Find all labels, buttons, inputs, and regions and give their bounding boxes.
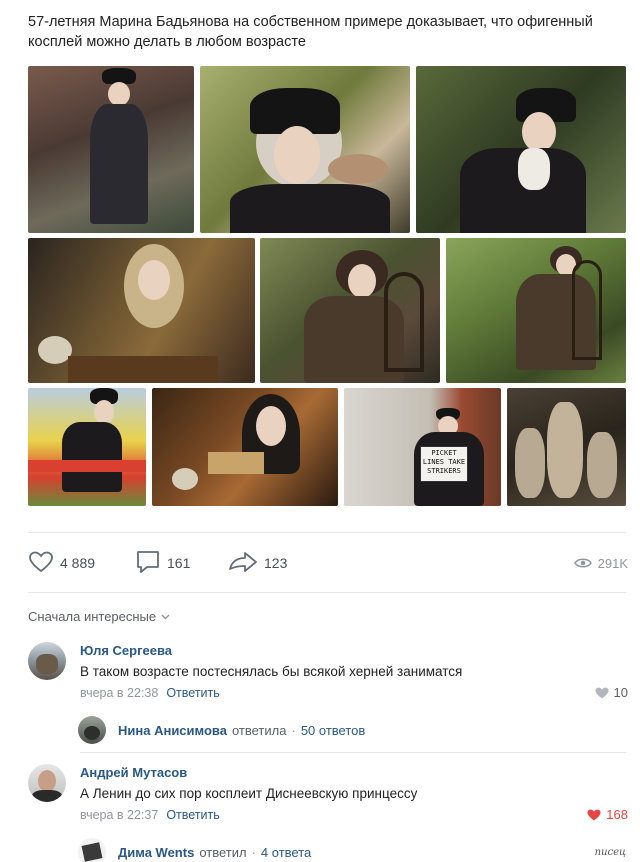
post-photo-5[interactable]	[260, 238, 440, 383]
photo-rat	[328, 154, 388, 184]
comment-time[interactable]: вчера в 22:37	[80, 808, 158, 822]
thread-author: Нина Анисимова	[118, 722, 227, 738]
reply-button[interactable]: Ответить	[166, 808, 219, 822]
comment-like-count: 168	[606, 807, 628, 822]
sort-label: Сначала интересные	[28, 609, 157, 624]
comment-like-button[interactable]: 10	[595, 685, 628, 700]
photo-figure-left	[515, 428, 545, 498]
photo-figure	[230, 184, 390, 233]
likes-count: 4 889	[60, 555, 96, 571]
photo-skull	[172, 468, 198, 490]
avatar	[78, 838, 106, 862]
views-count: 291K	[597, 555, 628, 571]
post-photo-8[interactable]	[152, 388, 338, 506]
shares-count: 123	[264, 555, 288, 571]
comment-text: А Ленин до сих пор косплеит Диснеевскую …	[80, 786, 418, 801]
photo-skull	[38, 336, 72, 364]
comment-author[interactable]: Юля Сергеева	[80, 643, 172, 658]
comment: Андрей Мутасов А Ленин до сих пор коспле…	[28, 762, 628, 862]
comment-icon	[135, 550, 161, 577]
photo-figure-right	[587, 432, 617, 498]
comment-button[interactable]: 161	[135, 550, 190, 576]
watermark: писец	[594, 847, 626, 858]
photo-face	[138, 260, 170, 300]
avatar[interactable]	[28, 764, 66, 802]
thread-reply-count: 50 ответов	[300, 722, 366, 738]
divider	[28, 592, 626, 593]
post-photo-9[interactable]: PICKET LINES TAKE STRIKERS	[344, 388, 501, 506]
photo-lace	[518, 148, 550, 190]
photo-chair	[572, 260, 602, 360]
photo-figure	[62, 422, 122, 492]
eye-icon	[573, 557, 592, 569]
like-button[interactable]: 4 889	[28, 550, 95, 576]
divider	[80, 752, 626, 753]
comment-like-button[interactable]: 168	[587, 807, 628, 822]
views-counter: 291K	[573, 550, 628, 576]
reply-thread-link[interactable]: Нина Анисимова ответила · 50 ответов	[78, 716, 365, 744]
photo-table	[68, 356, 218, 383]
comments-sort-dropdown[interactable]: Сначала интересные	[28, 609, 170, 624]
photo-face	[522, 112, 556, 152]
photo-face	[94, 400, 114, 424]
thread-verb: ответила	[231, 722, 287, 738]
share-button[interactable]: 123	[228, 550, 287, 576]
photo-fence	[28, 460, 146, 472]
thread-verb: ответил	[199, 844, 247, 860]
share-icon	[228, 551, 258, 576]
reply-thread-link[interactable]: Дима Wents ответил · 4 ответа	[78, 838, 311, 862]
avatar[interactable]	[28, 642, 66, 680]
reply-button[interactable]: Ответить	[166, 686, 219, 700]
comments-count: 161	[167, 555, 191, 571]
comment-time[interactable]: вчера в 22:38	[80, 686, 158, 700]
photo-face	[348, 264, 376, 298]
comment-author[interactable]: Андрей Мутасов	[80, 765, 187, 780]
post-photo-1[interactable]	[28, 66, 194, 233]
post-photo-2[interactable]	[200, 66, 410, 233]
post-photo-10[interactable]	[507, 388, 626, 506]
comment-meta: вчера в 22:38 Ответить	[80, 686, 220, 700]
divider	[28, 532, 626, 533]
photo-picket-sign: PICKET LINES TAKE STRIKERS	[420, 446, 468, 482]
heart-icon	[595, 687, 609, 699]
comment-meta: вчера в 22:37 Ответить	[80, 808, 220, 822]
photo-face	[108, 82, 130, 106]
post-photo-4[interactable]	[28, 238, 255, 383]
comment-like-count: 10	[613, 685, 628, 700]
photo-figure	[90, 104, 148, 224]
photo-face	[256, 406, 286, 446]
chevron-down-icon	[161, 614, 170, 620]
photo-figure-center	[547, 402, 583, 498]
post-photo-6[interactable]	[446, 238, 626, 383]
heart-icon	[587, 809, 601, 821]
post-text: 57-летняя Марина Бадьянова на собственно…	[28, 14, 593, 50]
thread-separator: ·	[251, 844, 256, 860]
photo-face	[274, 126, 320, 184]
avatar	[78, 716, 106, 744]
thread-author: Дима Wents	[118, 844, 195, 860]
post-actions-bar: 4 889 161 123 291K	[28, 550, 628, 576]
photo-chair	[384, 272, 424, 372]
post-photo-3[interactable]	[416, 66, 626, 233]
comment-text: В таком возрасте постеснялась бы всякой …	[80, 664, 463, 679]
thread-separator: ·	[291, 722, 296, 738]
post-photo-7[interactable]	[28, 388, 146, 506]
heart-icon	[28, 551, 54, 576]
photo-book	[208, 452, 264, 474]
comment: Юля Сергеева В таком возрасте постесняла…	[28, 640, 628, 750]
thread-reply-count: 4 ответа	[260, 844, 312, 860]
